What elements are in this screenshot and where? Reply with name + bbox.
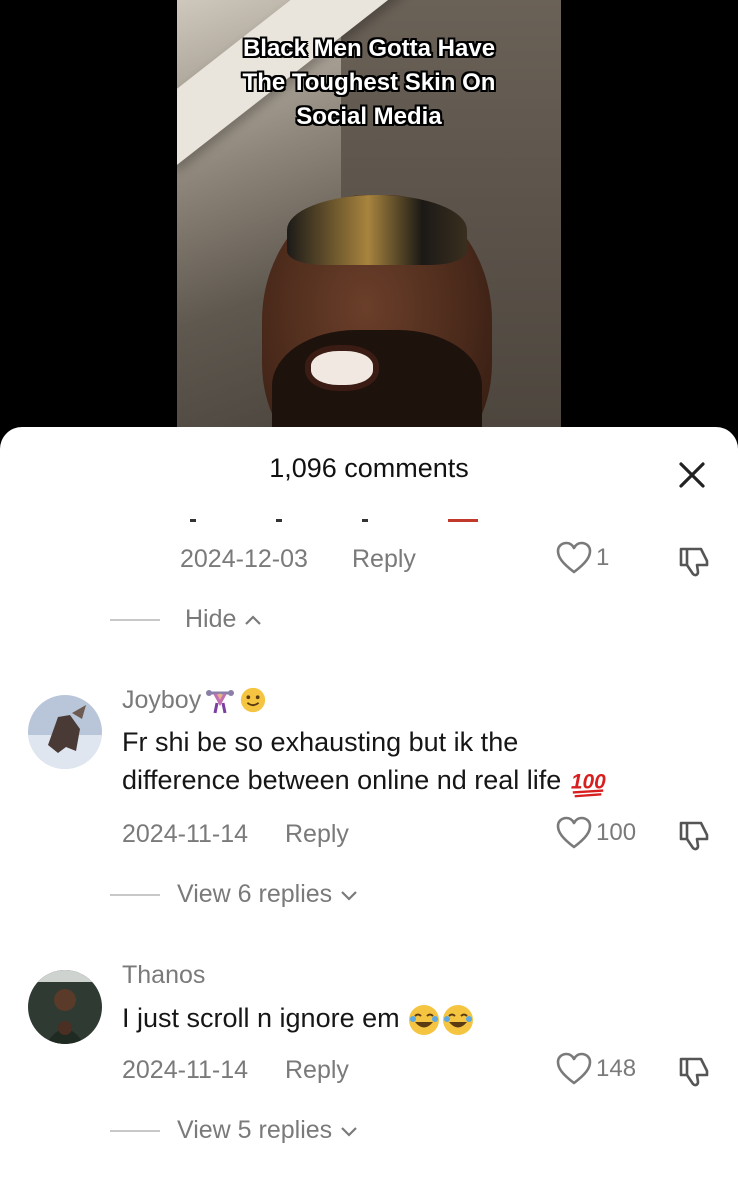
username-thanos[interactable]: Thanos — [122, 961, 205, 990]
chevron-down-icon — [341, 1126, 357, 1137]
smiling-face-emoji-icon — [241, 687, 266, 713]
video-caption: Black Men Gotta Have The Toughest Skin O… — [177, 32, 561, 134]
video-person-durag — [287, 195, 467, 265]
comment-text-joyboy: Fr shi be so exhausting but ik the diffe… — [122, 723, 607, 799]
thread-line — [110, 1130, 160, 1132]
username-joyboy[interactable]: Joyboy — [122, 685, 267, 715]
view-replies-label: View 5 replies — [177, 1116, 333, 1144]
hide-replies-button[interactable]: Hide — [185, 605, 262, 634]
username-label: Thanos — [122, 961, 206, 989]
dislike-button-joyboy[interactable] — [676, 817, 712, 853]
hundred-points-icon: 100 — [571, 771, 606, 798]
comment-line-1: Fr shi be so exhausting but ik the — [122, 727, 519, 757]
avatar-image — [28, 695, 102, 769]
caption-line-3: Social Media — [296, 103, 442, 130]
username-label: Joyboy — [122, 685, 202, 714]
view-replies-button-thanos[interactable]: View 5 replies — [177, 1116, 358, 1145]
comments-count-title: 1,096 comments — [269, 453, 469, 483]
hide-replies-label: Hide — [185, 605, 237, 633]
heart-outline-icon — [556, 1052, 592, 1085]
thumbs-down-icon — [679, 547, 709, 577]
video-frame: Black Men Gotta Have The Toughest Skin O… — [177, 0, 561, 460]
avatar-image — [28, 970, 102, 1044]
comment-line-2-text: difference between online nd real life — [122, 765, 562, 795]
video-player[interactable]: Black Men Gotta Have The Toughest Skin O… — [0, 0, 738, 460]
comments-sheet: 1,096 comments 2024-12-03 Reply 1 Hide J… — [0, 427, 738, 1200]
comment-text-thanos: I just scroll n ignore em — [122, 999, 477, 1037]
partial-comment-text — [190, 505, 590, 523]
caption-line-2: The Toughest Skin On — [242, 69, 496, 96]
comment-date-thanos: 2024-11-14 — [122, 1056, 249, 1084]
partial-comment-dislike-button[interactable] — [676, 543, 712, 579]
dislike-button-thanos[interactable] — [676, 1053, 712, 1089]
tears-of-joy-emoji-icon — [409, 1004, 474, 1035]
reply-button-joyboy[interactable]: Reply — [285, 820, 349, 849]
avatar-joyboy[interactable] — [28, 695, 102, 769]
heart-outline-icon — [556, 816, 592, 849]
thread-line — [110, 619, 160, 621]
avatar-thanos[interactable] — [28, 970, 102, 1044]
like-button-thanos[interactable]: 148 — [556, 1052, 636, 1086]
partial-comment-like-button[interactable]: 1 — [556, 541, 609, 575]
partial-comment-reply-button[interactable]: Reply — [352, 545, 416, 574]
like-button-joyboy[interactable]: 100 — [556, 816, 636, 850]
chevron-down-icon — [341, 890, 357, 901]
like-count-joyboy: 100 — [596, 819, 637, 846]
comment-date-joyboy: 2024-11-14 — [122, 820, 249, 848]
thumbs-down-icon — [679, 821, 709, 851]
view-replies-label: View 6 replies — [177, 880, 333, 908]
reply-button-thanos[interactable]: Reply — [285, 1056, 349, 1085]
comment-line-1: I just scroll n ignore em — [122, 1003, 400, 1033]
thumbs-down-icon — [679, 1057, 709, 1087]
caption-line-1: Black Men Gotta Have — [242, 35, 496, 62]
close-icon — [679, 462, 705, 488]
close-button[interactable] — [672, 455, 712, 495]
chevron-up-icon — [245, 614, 262, 625]
partial-comment-date: 2024-12-03 — [180, 545, 308, 573]
weightlifter-emoji-icon — [206, 690, 235, 714]
video-person-mouth — [305, 345, 379, 391]
heart-outline-icon — [556, 541, 592, 574]
partial-comment-like-count: 1 — [596, 544, 610, 571]
view-replies-button-joyboy[interactable]: View 6 replies — [177, 880, 358, 909]
thread-line — [110, 894, 160, 896]
comment-line-2: difference between online nd real life 1… — [122, 761, 607, 799]
like-count-thanos: 148 — [596, 1055, 637, 1082]
